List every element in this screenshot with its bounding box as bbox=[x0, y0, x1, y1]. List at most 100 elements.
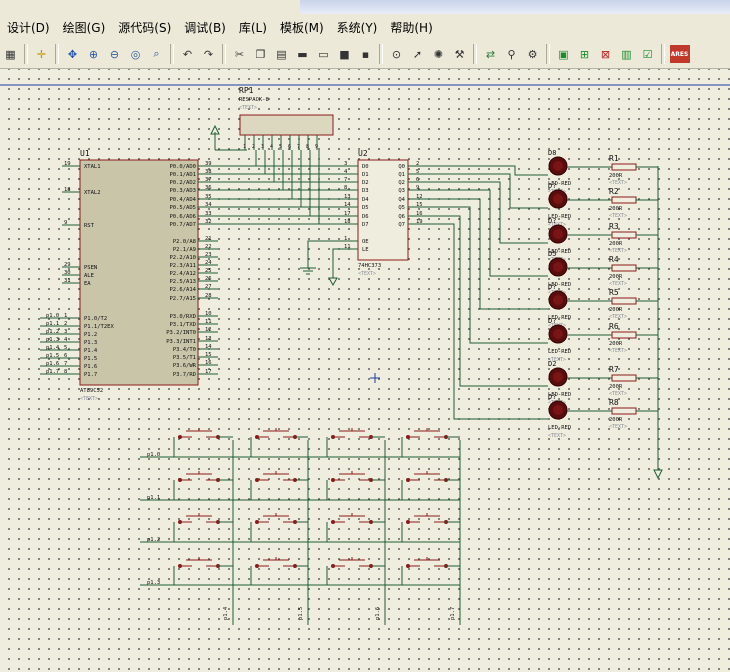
bom-icon[interactable]: ▥ bbox=[618, 45, 636, 63]
u1-pin-number: 31 bbox=[64, 278, 71, 284]
cut-icon[interactable]: ✂ bbox=[231, 45, 249, 63]
u1-pin-name: P2.0/A8 bbox=[173, 239, 196, 245]
u1-pin-number: 23 bbox=[205, 252, 212, 258]
u2-pin-name: OE bbox=[362, 239, 369, 245]
make-device-icon[interactable]: ➚ bbox=[409, 45, 427, 63]
keypad-button-contact bbox=[331, 435, 335, 439]
u2-pin-name: Q7 bbox=[398, 222, 405, 228]
undo-icon[interactable]: ↶ bbox=[179, 45, 197, 63]
zoom-out-icon[interactable]: ⊖ bbox=[106, 45, 124, 63]
u1-pin-name: RST bbox=[84, 223, 95, 229]
ares-icon[interactable]: ARES bbox=[669, 45, 690, 63]
u1-pin-number: 26 bbox=[205, 276, 212, 282]
menu-item-4[interactable]: 库(L) bbox=[232, 19, 273, 36]
u1-pin-name: P0.6/AD6 bbox=[170, 214, 197, 220]
u1-pin-name: P0.7/AD7 bbox=[170, 222, 197, 228]
grid-icon[interactable]: ▦ bbox=[2, 45, 20, 63]
zoom-area-icon[interactable]: ⌕ bbox=[148, 45, 166, 63]
block-copy-icon[interactable]: ▬ bbox=[294, 45, 312, 63]
u2-pin-number: 19 bbox=[416, 219, 423, 225]
p1-net-label: p1.2 bbox=[46, 329, 59, 335]
led-ref: D5 bbox=[548, 250, 556, 258]
u2-pin-number: 16 bbox=[416, 211, 423, 217]
keypad-button-contact bbox=[178, 520, 182, 524]
new-sheet-icon[interactable]: ▣ bbox=[555, 45, 573, 63]
packaging-icon[interactable]: ✺ bbox=[430, 45, 448, 63]
block-delete-icon[interactable]: ▪ bbox=[357, 45, 375, 63]
menu-item-3[interactable]: 调试(B) bbox=[177, 19, 232, 36]
u1-ref: U1 bbox=[80, 149, 90, 158]
led-ref: D2 bbox=[548, 360, 556, 368]
resistor-ref: R4 bbox=[609, 255, 619, 264]
led-icon bbox=[553, 295, 563, 305]
remove-sheet-icon[interactable]: ⊠ bbox=[597, 45, 615, 63]
resistor-value: 200R bbox=[609, 241, 623, 247]
block-move-icon[interactable]: ▭ bbox=[315, 45, 333, 63]
u1-text: <TEXT> bbox=[80, 396, 98, 402]
u2-pin-name: Q0 bbox=[398, 164, 405, 170]
led-ref: D? bbox=[548, 217, 556, 225]
resistor-ref: R7 bbox=[609, 365, 619, 374]
oe-ground-wire bbox=[307, 240, 340, 268]
menu-item-6[interactable]: 系统(Y) bbox=[330, 19, 384, 36]
p0-to-rp1-wire bbox=[218, 150, 302, 208]
wire-autoroute-icon[interactable]: ⇄ bbox=[482, 45, 500, 63]
rp1-pin-number: 2 bbox=[252, 144, 255, 150]
resistor-ref: R8 bbox=[609, 398, 619, 407]
p1-net-label: p1.0 bbox=[46, 313, 59, 319]
led-text: <TEXT> bbox=[548, 433, 566, 439]
u1-pin-number: 25 bbox=[205, 268, 212, 274]
u1-pin-name: P1.0/T2 bbox=[84, 316, 107, 322]
menu-item-7[interactable]: 帮助(H) bbox=[383, 19, 438, 36]
keypad-button-contact bbox=[255, 520, 259, 524]
pick-device-icon[interactable]: ⊙ bbox=[388, 45, 406, 63]
u1-pin-number: 32 bbox=[205, 219, 212, 225]
menu-item-0[interactable]: 设计(D) bbox=[0, 19, 56, 36]
p0-to-rp1-wire bbox=[218, 150, 284, 191]
copy-icon[interactable]: ❐ bbox=[252, 45, 270, 63]
pan-icon[interactable]: ✥ bbox=[64, 45, 82, 63]
menu-item-5[interactable]: 模板(M) bbox=[273, 19, 330, 36]
u1-pin-number: 21 bbox=[205, 236, 212, 242]
u1-pin-number: 6 bbox=[64, 353, 67, 359]
u1-pin-name: XTAL2 bbox=[84, 190, 101, 196]
block-rotate-icon[interactable]: ■ bbox=[336, 45, 354, 63]
property-assign-icon[interactable]: ⚙ bbox=[524, 45, 542, 63]
u2-pin-number: 9 bbox=[416, 185, 419, 191]
menu-item-2[interactable]: 源代码(S) bbox=[111, 19, 177, 36]
search-icon[interactable]: ⚲ bbox=[503, 45, 521, 63]
led-ref: D? bbox=[548, 283, 556, 291]
led-icon bbox=[553, 262, 563, 272]
u1-pin-name: P3.0/RXD bbox=[170, 314, 197, 320]
u1-pin-name: P0.1/AD1 bbox=[170, 172, 197, 178]
resistor-body bbox=[611, 297, 637, 305]
zoom-all-icon[interactable]: ◎ bbox=[127, 45, 145, 63]
u1-pin-name: P3.3/INT1 bbox=[166, 339, 196, 345]
zoom-in-icon[interactable]: ⊕ bbox=[85, 45, 103, 63]
origin-icon[interactable]: ✛ bbox=[33, 45, 51, 63]
vcc-terminal-icon bbox=[653, 469, 663, 480]
keypad-button-contact bbox=[178, 478, 182, 482]
paste-icon[interactable]: ▤ bbox=[273, 45, 291, 63]
rp1-pin-number: 9 bbox=[315, 144, 318, 150]
redo-icon[interactable]: ↷ bbox=[200, 45, 218, 63]
latch-to-led-wire bbox=[428, 189, 548, 277]
u1-pin-number: 35 bbox=[205, 194, 212, 200]
u2-pin-number: 18 bbox=[344, 219, 351, 225]
u1-pin-name: P2.2/A10 bbox=[170, 255, 197, 261]
keypad-button-contact bbox=[406, 435, 410, 439]
u2-part: 74HC373 bbox=[358, 263, 381, 269]
u1-pin-number: 36 bbox=[205, 185, 212, 191]
u2-pin-name: D6 bbox=[362, 214, 369, 220]
latch-to-led-wire bbox=[428, 206, 548, 344]
le-terminal-icon bbox=[328, 277, 338, 287]
menu-item-1[interactable]: 绘图(G) bbox=[56, 19, 112, 36]
u2-pin-name: D0 bbox=[362, 164, 369, 170]
add-sheet-icon[interactable]: ⊞ bbox=[576, 45, 594, 63]
u1-pin-number: 13 bbox=[205, 336, 212, 342]
u1-pin-name: P1.6 bbox=[84, 364, 97, 370]
resistor-text: <TEXT> bbox=[609, 314, 627, 320]
erc-icon[interactable]: ☑ bbox=[639, 45, 657, 63]
schematic-canvas[interactable]: RP1 RESPACK-8 <TEXT> 1 2 3 4 5 6 7 8 9 U1 AT89C52 <TEX… bbox=[0, 69, 730, 672]
decompose-icon[interactable]: ⚒ bbox=[451, 45, 469, 63]
